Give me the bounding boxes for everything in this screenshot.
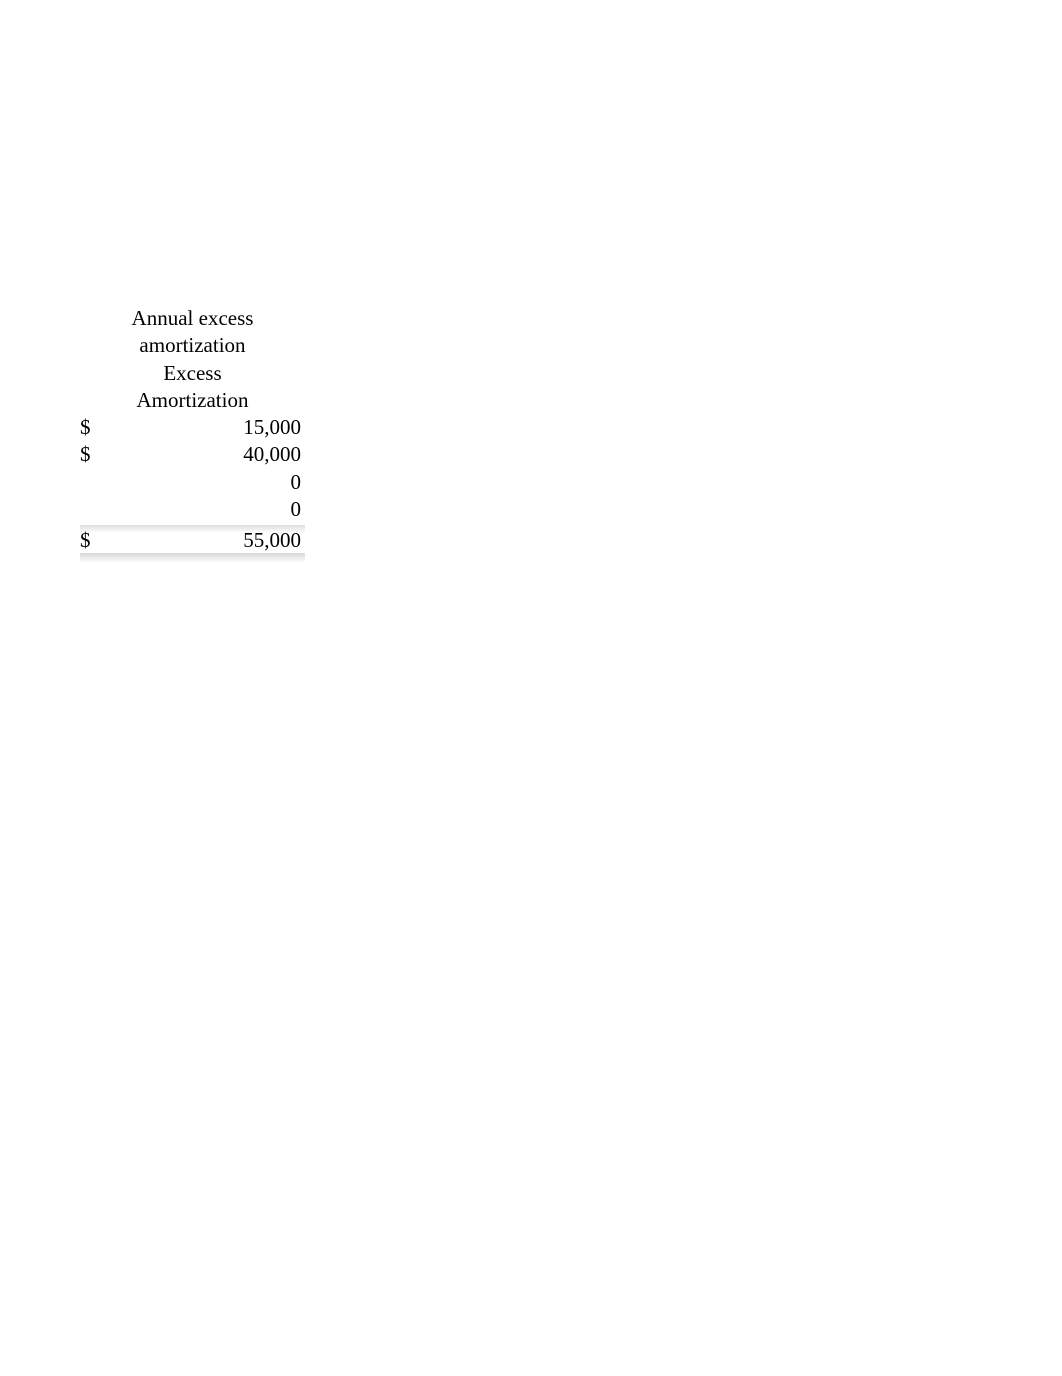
amount-value: 0 [100,496,305,523]
currency-symbol: $ [80,441,100,468]
column-header-line1: Excess [80,360,305,387]
amount-value: 15,000 [100,414,305,441]
table-row: $ 40,000 [80,441,305,468]
column-header-line2: Amortization [80,387,305,414]
amortization-table: Annual excess amortization Excess Amorti… [80,305,305,555]
currency-symbol: $ [80,414,100,441]
currency-symbol: $ [80,527,100,554]
table-row: 0 [80,469,305,496]
table-title: Annual excess amortization [80,305,305,360]
table-row: $ 15,000 [80,414,305,441]
total-amount: 55,000 [100,527,305,554]
amount-value: 40,000 [100,441,305,468]
total-row: $ 55,000 [80,527,305,554]
table-row: 0 [80,496,305,523]
currency-symbol [80,496,100,523]
amount-value: 0 [100,469,305,496]
currency-symbol [80,469,100,496]
